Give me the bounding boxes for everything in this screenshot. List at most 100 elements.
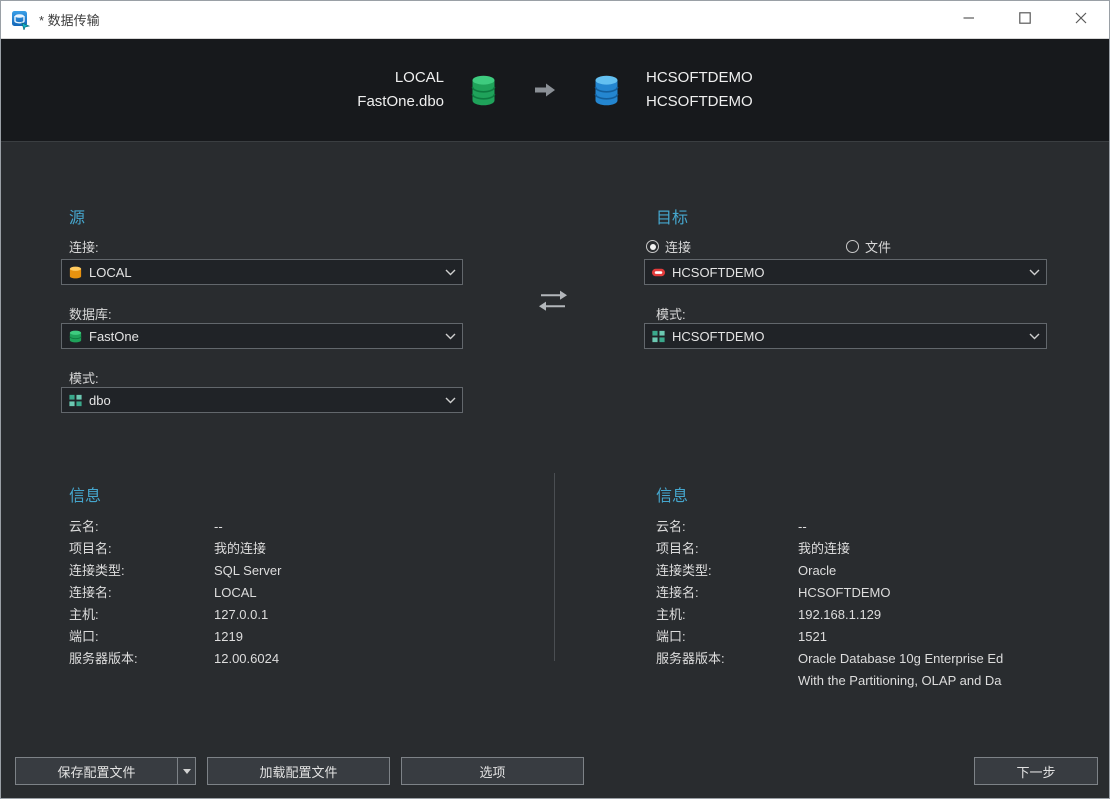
window-controls bbox=[941, 1, 1109, 39]
target-connection-radio-label: 连接 bbox=[665, 240, 692, 255]
chevron-down-icon bbox=[445, 269, 456, 276]
info-label: 云名: bbox=[69, 519, 99, 534]
source-connection-select[interactable]: LOCAL bbox=[61, 259, 463, 285]
info-label: 项目名: bbox=[656, 541, 699, 556]
info-label: 端口: bbox=[656, 629, 686, 644]
target-database-icon bbox=[593, 75, 620, 106]
titlebar: * 数据传输 bbox=[1, 1, 1109, 39]
info-divider bbox=[554, 473, 555, 661]
chevron-down-icon bbox=[1029, 333, 1040, 340]
next-label: 下一步 bbox=[1016, 764, 1056, 780]
info-value: 我的连接 bbox=[214, 541, 267, 556]
target-connection-radio[interactable]: 连接 bbox=[646, 237, 691, 256]
minimize-button[interactable] bbox=[941, 1, 997, 39]
header-source-connection: LOCAL bbox=[394, 69, 445, 86]
swap-arrows-icon bbox=[537, 288, 569, 314]
info-label: 服务器版本: bbox=[69, 651, 138, 666]
load-profile-button[interactable]: 加载配置文件 bbox=[207, 757, 390, 785]
target-section-title: 目标 bbox=[656, 210, 689, 227]
window-title: * 数据传输 bbox=[39, 13, 100, 28]
app-icon bbox=[11, 10, 31, 30]
source-section-title: 源 bbox=[69, 210, 86, 227]
source-info-title: 信息 bbox=[69, 488, 102, 505]
transfer-direction-arrow-icon bbox=[533, 81, 557, 99]
target-schema-select[interactable]: HCSOFTDEMO bbox=[644, 323, 1047, 349]
minimize-icon bbox=[963, 11, 975, 29]
source-connection-value: LOCAL bbox=[89, 264, 132, 280]
info-row: 项目名: 我的连接 bbox=[69, 538, 539, 560]
target-info-panel: 云名: -- 项目名: 我的连接 连接类型: Oracle 连接名: HCSOF… bbox=[656, 516, 1109, 692]
info-value: Oracle Database 10g Enterprise Ed With th… bbox=[798, 648, 1003, 692]
close-button[interactable] bbox=[1053, 1, 1109, 39]
radio-selected-icon bbox=[646, 240, 659, 253]
server-version-line1: Oracle Database 10g Enterprise Ed bbox=[798, 651, 1004, 666]
info-row: 主机: 192.168.1.129 bbox=[656, 604, 1109, 626]
info-value: Oracle bbox=[798, 563, 837, 578]
next-button[interactable]: 下一步 bbox=[974, 757, 1098, 785]
info-value: 我的连接 bbox=[798, 541, 851, 556]
schema-grid-icon bbox=[651, 329, 666, 344]
info-value: LOCAL bbox=[214, 585, 257, 600]
info-label: 服务器版本: bbox=[656, 651, 725, 666]
save-profile-dropdown-button[interactable] bbox=[177, 757, 196, 785]
data-transfer-window: * 数据传输 LOCAL FastOne.dbo HCSOFTDEMO HCSO… bbox=[0, 0, 1110, 799]
schema-grid-icon bbox=[68, 393, 83, 408]
chevron-down-icon bbox=[445, 397, 456, 404]
info-row: 连接名: LOCAL bbox=[69, 582, 539, 604]
chevron-down-icon bbox=[445, 333, 456, 340]
server-version-line2: With the Partitioning, OLAP and Da bbox=[798, 673, 1002, 688]
oracle-connection-icon bbox=[651, 265, 666, 280]
info-label: 主机: bbox=[69, 607, 99, 622]
source-schema-select[interactable]: dbo bbox=[61, 387, 463, 413]
source-database-icon bbox=[470, 75, 497, 106]
dropdown-arrow-icon bbox=[182, 768, 191, 774]
info-row: 端口: 1521 bbox=[656, 626, 1109, 648]
info-value: HCSOFTDEMO bbox=[798, 585, 891, 600]
radio-unselected-icon bbox=[846, 240, 859, 253]
info-row: 主机: 127.0.0.1 bbox=[69, 604, 539, 626]
target-connection-select[interactable]: HCSOFTDEMO bbox=[644, 259, 1047, 285]
info-row: 服务器版本: 12.00.6024 bbox=[69, 648, 539, 670]
close-icon bbox=[1075, 11, 1087, 29]
target-file-radio[interactable]: 文件 bbox=[846, 237, 891, 256]
options-label: 选项 bbox=[479, 764, 506, 780]
maximize-button[interactable] bbox=[997, 1, 1053, 39]
info-row: 连接类型: Oracle bbox=[656, 560, 1109, 582]
source-connection-label: 连接: bbox=[69, 240, 99, 255]
info-row: 云名: -- bbox=[656, 516, 1109, 538]
maximize-icon bbox=[1019, 11, 1031, 29]
info-row: 服务器版本: Oracle Database 10g Enterprise Ed… bbox=[656, 648, 1109, 692]
target-connection-value: HCSOFTDEMO bbox=[672, 264, 765, 280]
green-database-icon bbox=[68, 329, 83, 344]
header-source-schema: FastOne.dbo bbox=[357, 93, 445, 110]
info-value: SQL Server bbox=[214, 563, 282, 578]
save-profile-label: 保存配置文件 bbox=[57, 764, 136, 780]
target-file-radio-label: 文件 bbox=[865, 240, 892, 255]
info-value: 127.0.0.1 bbox=[214, 607, 269, 622]
header-target-schema: HCSOFTDEMO bbox=[646, 93, 753, 110]
target-schema-value: HCSOFTDEMO bbox=[672, 328, 765, 344]
target-info-title: 信息 bbox=[656, 488, 689, 505]
info-row: 连接类型: SQL Server bbox=[69, 560, 539, 582]
info-row: 端口: 1219 bbox=[69, 626, 539, 648]
info-value: -- bbox=[798, 519, 807, 534]
info-row: 连接名: HCSOFTDEMO bbox=[656, 582, 1109, 604]
source-database-select[interactable]: FastOne bbox=[61, 323, 463, 349]
info-value: 1521 bbox=[798, 629, 827, 644]
info-label: 连接名: bbox=[69, 585, 112, 600]
save-profile-button[interactable]: 保存配置文件 bbox=[15, 757, 178, 785]
info-label: 项目名: bbox=[69, 541, 112, 556]
info-label: 连接类型: bbox=[69, 563, 125, 578]
header-source-text: LOCAL FastOne.dbo bbox=[357, 66, 444, 114]
options-button[interactable]: 选项 bbox=[401, 757, 584, 785]
info-row: 云名: -- bbox=[69, 516, 539, 538]
source-schema-value: dbo bbox=[89, 392, 111, 408]
source-schema-label: 模式: bbox=[69, 371, 99, 386]
source-database-value: FastOne bbox=[89, 328, 139, 344]
target-schema-label: 模式: bbox=[656, 307, 686, 322]
info-value: -- bbox=[214, 519, 223, 534]
sqlserver-connection-icon bbox=[68, 265, 83, 280]
info-label: 主机: bbox=[656, 607, 686, 622]
source-database-label: 数据库: bbox=[69, 307, 112, 322]
info-label: 端口: bbox=[69, 629, 99, 644]
